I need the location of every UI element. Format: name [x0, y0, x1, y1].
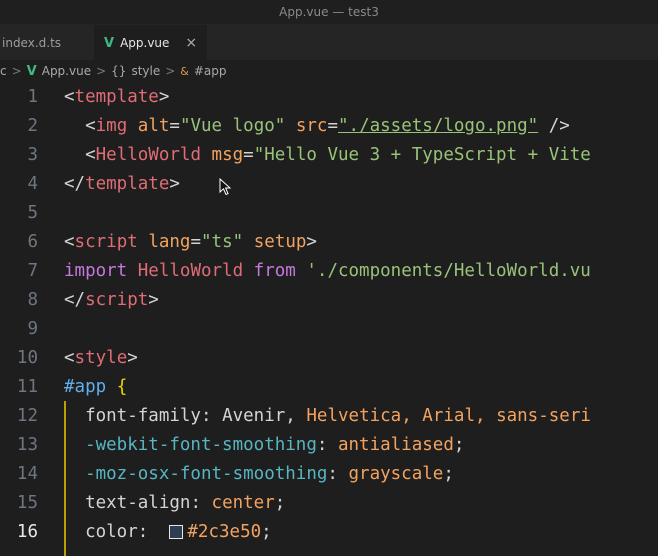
tab-index-d-ts[interactable]: index.d.ts — [0, 26, 94, 60]
breadcrumb-folder[interactable]: c — [0, 64, 7, 78]
code-line[interactable]: 9 — [0, 314, 658, 343]
line-number: 4 — [27, 173, 38, 194]
code-line[interactable]: 1 <template> — [0, 82, 658, 111]
code-line[interactable]: 11 #app { — [0, 372, 658, 401]
code-line[interactable]: 13 -webkit-font-smoothing: antialiased; — [0, 430, 658, 459]
line-number: 5 — [27, 202, 38, 223]
line-number: 13 — [16, 434, 38, 455]
line-number: 14 — [16, 463, 38, 484]
code-line-current[interactable]: 16 color: #2c3e50; — [0, 517, 658, 546]
code-line[interactable]: 2 <img alt="Vue logo" src="./assets/logo… — [0, 111, 658, 140]
tab-label: App.vue — [120, 36, 170, 50]
code-token: font-family — [85, 405, 201, 426]
code-line[interactable]: 4 </template> — [0, 169, 658, 198]
code-token: src — [295, 115, 328, 136]
code-token: img — [95, 115, 128, 136]
line-number: 2 — [27, 115, 38, 136]
code-token: -webkit-font-smoothing — [85, 434, 317, 455]
code-token: sans-seri — [496, 405, 591, 426]
line-number: 8 — [27, 289, 38, 310]
line-number: 9 — [27, 318, 38, 339]
line-number: 15 — [16, 492, 38, 513]
code-line[interactable]: 10 <style> — [0, 343, 658, 372]
line-number: 10 — [16, 347, 38, 368]
code-token: center — [211, 492, 275, 513]
code-link[interactable]: "./assets/logo.png" — [338, 116, 538, 136]
chevron-right-icon: > — [11, 64, 22, 78]
code-token: #2c3e50 — [187, 521, 262, 542]
line-number: 3 — [27, 144, 38, 165]
code-token: "ts" — [201, 231, 244, 252]
code-token: color — [85, 521, 138, 542]
close-icon[interactable]: × — [185, 35, 197, 51]
code-token: HelloWorld — [137, 260, 244, 281]
code-token: template — [85, 173, 170, 194]
tab-label: index.d.ts — [2, 36, 62, 50]
code-line[interactable]: 6 <script lang="ts" setup> — [0, 227, 658, 256]
braces-icon: {} — [111, 64, 127, 78]
code-token: setup — [253, 231, 307, 252]
breadcrumb-file[interactable]: App.vue — [42, 64, 91, 78]
code-token: lang — [148, 231, 191, 252]
code-token: HelloWorld — [95, 144, 201, 165]
code-line[interactable]: 15 text-align: center; — [0, 488, 658, 517]
code-token: -moz-osx-font-smoothing — [85, 463, 328, 484]
code-line[interactable]: 14 -moz-osx-font-smoothing: grayscale; — [0, 459, 658, 488]
breadcrumb: c > V App.vue > {} style > & #app — [0, 60, 658, 82]
vue-file-icon: V — [26, 63, 37, 79]
line-number: 11 — [16, 376, 38, 397]
code-token: script — [85, 289, 149, 310]
code-editor[interactable]: 1 <template> 2 <img alt="Vue logo" src="… — [0, 82, 658, 556]
code-token: text-align — [85, 492, 191, 513]
code-token: Helvetica, — [306, 405, 412, 426]
indent-guide — [64, 401, 66, 556]
breadcrumb-symbol[interactable]: #app — [194, 64, 227, 78]
line-number: 12 — [16, 405, 38, 426]
code-token: style — [74, 347, 128, 368]
window-titlebar: App.vue — test3 — [0, 0, 658, 24]
line-number: 7 — [27, 260, 38, 281]
line-number: 16 — [16, 521, 38, 542]
code-token: Avenir, — [222, 405, 296, 426]
code-token: grayscale — [348, 463, 444, 484]
vue-file-icon: V — [104, 35, 115, 51]
code-token: template — [74, 86, 159, 107]
tab-app-vue[interactable]: V App.vue × — [94, 25, 208, 60]
code-line[interactable]: 3 <HelloWorld msg="Hello Vue 3 + TypeScr… — [0, 140, 658, 169]
code-token: antialiased — [337, 434, 454, 455]
code-line[interactable]: 8 </script> — [0, 285, 658, 314]
line-number: 6 — [27, 231, 38, 252]
code-token: from — [253, 260, 296, 281]
symbol-icon: & — [180, 64, 189, 78]
code-line[interactable]: 7 import HelloWorld from './components/H… — [0, 256, 658, 285]
chevron-right-icon: > — [165, 64, 176, 78]
window-title: App.vue — test3 — [279, 5, 379, 19]
code-token: alt — [137, 115, 170, 136]
chevron-right-icon: > — [96, 64, 107, 78]
code-token: Arial, — [422, 405, 486, 426]
code-token: script — [74, 231, 138, 252]
code-token: "Hello Vue 3 + TypeScript + Vite — [253, 144, 591, 165]
color-swatch[interactable] — [169, 524, 184, 539]
breadcrumb-section[interactable]: style — [131, 64, 160, 78]
code-token: import — [64, 260, 128, 281]
code-line[interactable]: 5 — [0, 198, 658, 227]
tab-bar: index.d.ts V App.vue × — [0, 24, 658, 60]
code-token: #app — [64, 376, 107, 397]
code-token: msg — [211, 144, 244, 165]
code-line[interactable]: 12 font-family: Avenir, Helvetica, Arial… — [0, 401, 658, 430]
code-token: './components/HelloWorld.vu — [306, 260, 591, 281]
code-token: "Vue logo" — [179, 115, 286, 136]
line-number: 1 — [27, 86, 38, 107]
